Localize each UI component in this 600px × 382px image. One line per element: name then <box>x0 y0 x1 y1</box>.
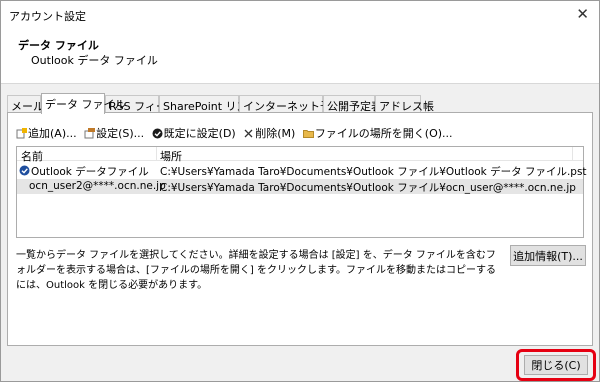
tab-sharepoint-lists[interactable]: SharePoint リスト <box>159 95 259 113</box>
tab-mail[interactable]: メール <box>7 95 44 113</box>
column-location-header[interactable]: 場所 <box>160 148 182 164</box>
open-location-button[interactable]: ファイルの場所を開く(O)... <box>302 125 453 141</box>
settings-label: 設定(S)... <box>96 127 145 140</box>
row-location: C:¥Users¥Yamada Taro¥Documents¥Outlook フ… <box>160 182 576 194</box>
remove-x-icon <box>243 128 254 139</box>
list-row[interactable]: ocn_user2@****.ocn.ne.jp C:¥Users¥Yamada… <box>17 179 583 194</box>
data-file-list: 名前 場所 Outlook データファイル C:¥Users¥Yamada Ta… <box>16 146 587 238</box>
header-title: データ ファイル <box>18 39 99 52</box>
add-button[interactable]: 追加(A)... <box>16 125 77 141</box>
close-window-icon[interactable]: ✕ <box>576 5 589 23</box>
account-settings-window: アカウント設定 ✕ データ ファイル Outlook データ ファイル メール … <box>0 0 600 382</box>
add-label: 追加(A)... <box>28 127 77 140</box>
set-default-button[interactable]: 既定に設定(D) <box>152 125 236 141</box>
set-default-label: 既定に設定(D) <box>163 127 236 140</box>
tab-address-books[interactable]: アドレス帳 <box>375 95 434 113</box>
data-files-panel: 追加(A)... 設定(S)... 既定に設定(D) 削除(M) ファイルの場所… <box>7 112 593 346</box>
remove-label: 削除(M) <box>255 127 296 140</box>
tab-internet-calendars[interactable]: インターネット予定表 <box>239 95 353 113</box>
row-name: Outlook データファイル <box>31 166 149 178</box>
dialog-header: データ ファイル Outlook データ ファイル <box>1 28 599 84</box>
row-location: C:¥Users¥Yamada Taro¥Documents¥Outlook フ… <box>160 166 587 178</box>
tab-data-files[interactable]: データ ファイル <box>41 93 126 114</box>
add-file-icon <box>16 127 27 139</box>
settings-file-icon <box>84 127 96 139</box>
close-button[interactable]: 閉じる(C) <box>524 355 588 375</box>
column-divider[interactable] <box>156 147 157 161</box>
column-name-header[interactable]: 名前 <box>21 148 43 164</box>
more-info-button[interactable]: 追加情報(T)... <box>510 245 586 266</box>
folder-icon <box>302 128 314 139</box>
column-divider[interactable] <box>572 147 573 161</box>
default-check-icon <box>19 165 30 176</box>
tab-published-calendars[interactable]: 公開予定表 <box>323 95 382 113</box>
settings-button[interactable]: 設定(S)... <box>84 125 144 141</box>
help-description: 一覧からデータ ファイルを選択してください。詳細を設定する場合は [設定] を、… <box>16 250 496 291</box>
remove-button[interactable]: 削除(M) <box>243 125 295 141</box>
row-name: ocn_user2@****.ocn.ne.jp <box>29 180 166 192</box>
list-row[interactable]: Outlook データファイル C:¥Users¥Yamada Taro¥Doc… <box>17 163 587 178</box>
toolbar: 追加(A)... 設定(S)... 既定に設定(D) 削除(M) ファイルの場所… <box>16 125 457 141</box>
list-header: 名前 場所 <box>17 147 583 164</box>
header-subtitle: Outlook データ ファイル <box>31 54 158 67</box>
default-check-icon <box>152 128 163 139</box>
open-location-label: ファイルの場所を開く(O)... <box>314 127 453 140</box>
title-bar: アカウント設定 ✕ <box>1 1 599 28</box>
window-title: アカウント設定 <box>9 10 86 23</box>
